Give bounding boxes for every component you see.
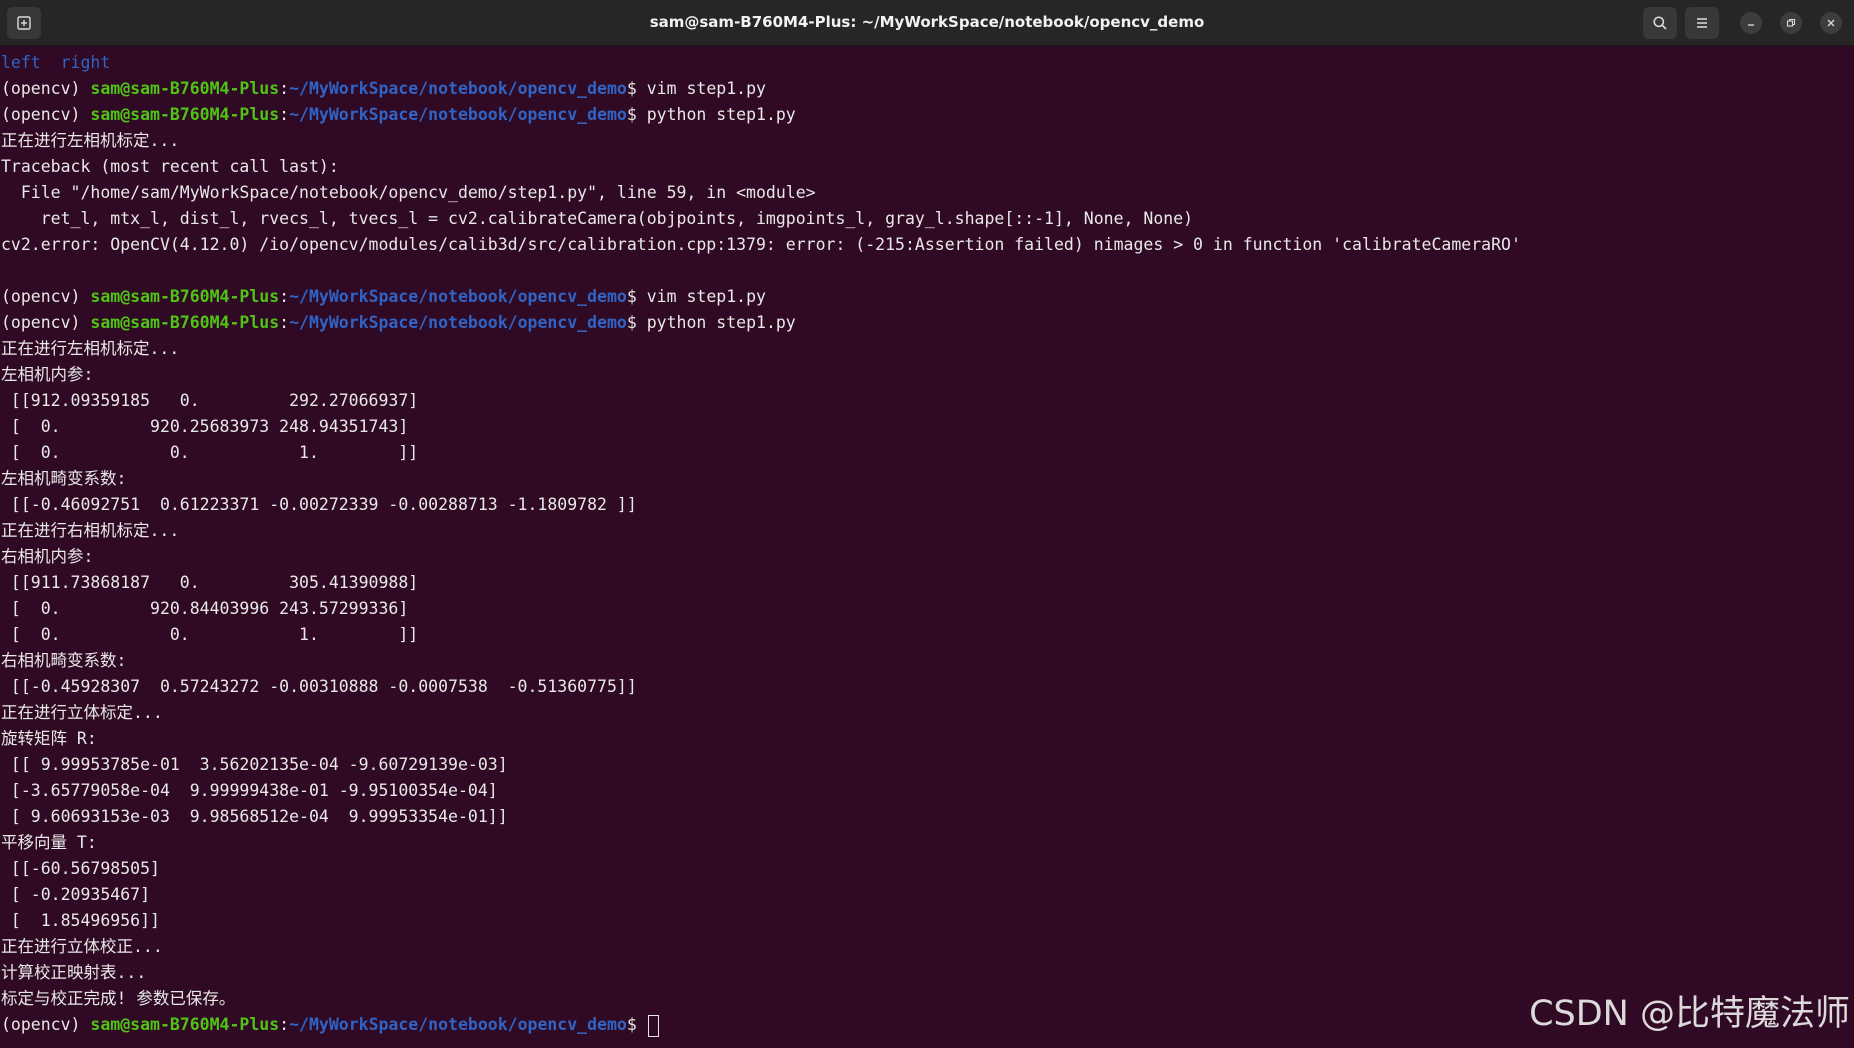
prompt-env: (opencv) (1, 105, 91, 124)
prompt-user: sam@sam-B760M4-Plus (90, 105, 280, 124)
prompt-user: sam@sam-B760M4-Plus (90, 1015, 280, 1034)
prompt-path: ~/MyWorkSpace/notebook/opencv_demo (289, 105, 627, 124)
terminal-line: left right (1, 53, 111, 72)
terminal-line: Traceback (most recent call last): (1, 157, 339, 176)
terminal-line: [ 0. 0. 1. ]] (1, 443, 419, 462)
terminal-line: 正在进行左相机标定... (1, 131, 180, 150)
prompt-env: (opencv) (1, 313, 91, 332)
prompt-symbol: $ (626, 287, 647, 306)
prompt-path: ~/MyWorkSpace/notebook/opencv_demo (289, 1015, 627, 1034)
prompt-line: (opencv) sam@sam-B760M4-Plus:~/MyWorkSpa… (0, 76, 1854, 102)
menu-button[interactable] (1685, 7, 1719, 39)
terminal-line: [ -0.20935467] (1, 885, 151, 904)
prompt-symbol: $ (626, 79, 647, 98)
terminal-line: 右相机畸变系数: (1, 651, 127, 670)
terminal-line: [-3.65779058e-04 9.99999438e-01 -9.95100… (1, 781, 498, 800)
terminal-line: 左相机畸变系数: (1, 469, 127, 488)
hamburger-menu-icon (1697, 18, 1707, 28)
prompt-colon: : (279, 313, 290, 332)
terminal-line: [[-0.46092751 0.61223371 -0.00272339 -0.… (1, 495, 637, 514)
close-icon (1827, 19, 1835, 27)
prompt-path: ~/MyWorkSpace/notebook/opencv_demo (289, 79, 627, 98)
terminal-line: 正在进行立体标定... (1, 703, 163, 722)
prompt-colon: : (279, 79, 290, 98)
restore-button[interactable] (1780, 12, 1802, 34)
terminal-line: [ 0. 0. 1. ]] (1, 625, 419, 644)
terminal-line: ret_l, mtx_l, dist_l, rvecs_l, tvecs_l =… (1, 209, 1194, 228)
terminal-line: 计算校正映射表... (1, 963, 147, 982)
close-button[interactable] (1820, 12, 1842, 34)
prompt-colon: : (279, 1015, 290, 1034)
prompt-env: (opencv) (1, 79, 91, 98)
prompt-line: (opencv) sam@sam-B760M4-Plus:~/MyWorkSpa… (0, 284, 1854, 310)
prompt-command: vim step1.py (646, 79, 766, 98)
prompt-symbol: $ (626, 313, 647, 332)
minimize-button[interactable] (1740, 12, 1762, 34)
prompt-user: sam@sam-B760M4-Plus (90, 287, 280, 306)
prompt-user: sam@sam-B760M4-Plus (90, 313, 280, 332)
prompt-colon: : (279, 287, 290, 306)
terminal-line: [[911.73868187 0. 305.41390988] (1, 573, 419, 592)
terminal-line: [[912.09359185 0. 292.27066937] (1, 391, 419, 410)
terminal-line: [[ 9.99953785e-01 3.56202135e-04 -9.6072… (1, 755, 508, 774)
terminal-line: 平移向量 T: (1, 833, 97, 852)
minimize-icon (1748, 24, 1754, 26)
terminal-line: 左相机内参: (1, 365, 94, 384)
prompt-env: (opencv) (1, 287, 91, 306)
search-icon (1653, 16, 1667, 30)
terminal-line: [ 9.60693153e-03 9.98568512e-04 9.999533… (1, 807, 508, 826)
terminal-line: [ 1.85496956]] (1, 911, 160, 930)
prompt-path: ~/MyWorkSpace/notebook/opencv_demo (289, 287, 627, 306)
restore-icon (1786, 18, 1796, 27)
text-cursor[interactable] (647, 1014, 659, 1037)
prompt-command: python step1.py (646, 313, 796, 332)
terminal-output[interactable]: left right (opencv) sam@sam-B760M4-Plus:… (0, 50, 1854, 1048)
terminal-line: [[-60.56798505] (1, 859, 160, 878)
prompt-env: (opencv) (1, 1015, 91, 1034)
prompt-path: ~/MyWorkSpace/notebook/opencv_demo (289, 313, 627, 332)
terminal-line: File "/home/sam/MyWorkSpace/notebook/ope… (1, 183, 816, 202)
prompt-symbol: $ (626, 105, 647, 124)
watermark: CSDN @比特魔法师 (1529, 994, 1850, 1034)
terminal-line: [ 0. 920.25683973 248.94351743] (1, 417, 409, 436)
prompt-line: (opencv) sam@sam-B760M4-Plus:~/MyWorkSpa… (0, 102, 1854, 128)
prompt-colon: : (279, 105, 290, 124)
terminal-line: [[-0.45928307 0.57243272 -0.00310888 -0.… (1, 677, 637, 696)
terminal-line: 正在进行左相机标定... (1, 339, 180, 358)
prompt-command: vim step1.py (646, 287, 766, 306)
terminal-line: [ 0. 920.84403996 243.57299336] (1, 599, 409, 618)
terminal-line: cv2.error: OpenCV(4.12.0) /io/opencv/mod… (1, 235, 1521, 254)
terminal-line: 正在进行立体校正... (1, 937, 163, 956)
search-button[interactable] (1643, 7, 1677, 39)
prompt-user: sam@sam-B760M4-Plus (90, 79, 280, 98)
terminal-line: 右相机内参: (1, 547, 94, 566)
prompt-line: (opencv) sam@sam-B760M4-Plus:~/MyWorkSpa… (0, 310, 1854, 336)
window-title: sam@sam-B760M4-Plus: ~/MyWorkSpace/noteb… (649, 13, 1205, 31)
terminal-line: 正在进行右相机标定... (1, 521, 180, 540)
terminal-window: sam@sam-B760M4-Plus: ~/MyWorkSpace/noteb… (0, 0, 1854, 1048)
prompt-command: python step1.py (646, 105, 796, 124)
title-bar[interactable]: sam@sam-B760M4-Plus: ~/MyWorkSpace/noteb… (0, 0, 1854, 46)
terminal-line: 旋转矩阵 R: (1, 729, 97, 748)
prompt-symbol: $ (626, 1015, 647, 1034)
